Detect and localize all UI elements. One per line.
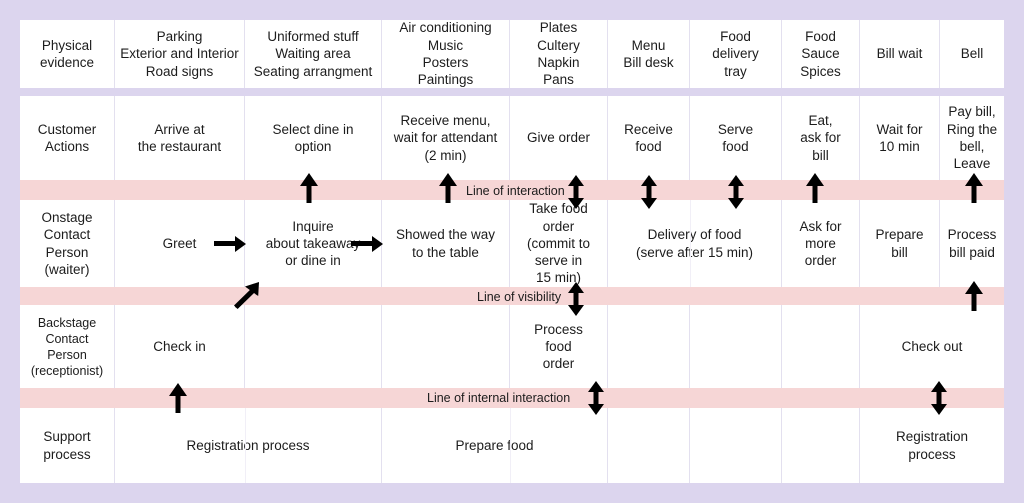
backstage-empty-4 [690,305,782,388]
cell-text: Showed the way to the table [395,227,496,260]
cell-text: Give order [526,130,591,146]
cell-text: Check in [153,338,206,354]
support-empty-2 [690,408,782,483]
customer-action-give-order: Give order [510,96,608,180]
row-label-text: Physical evidence [39,37,95,70]
cell-text: Bill wait [876,46,923,62]
support-inner-divider-2 [510,408,511,483]
onstage-process-bill-paid: Process bill paid [940,200,1004,287]
cell-text: Air conditioning Music Posters Paintings [399,20,492,88]
customer-action-select-dine-in: Select dine in option [245,96,382,180]
cell-text: Eat, ask for bill [800,113,841,163]
onstage-prepare-bill: Prepare bill [860,200,940,287]
service-blueprint: Physical evidence Parking Exterior and I… [0,0,1024,503]
row-label-customer-actions: Customer Actions [20,96,115,180]
customer-action-receive-menu: Receive menu, wait for attendant (2 min) [382,96,510,180]
support-inner-divider-1 [245,408,246,483]
backstage-empty-5 [782,305,860,388]
onstage-inquire-takeaway-or-dine-in: Inquire about takeaway or dine in [245,200,382,287]
customer-action-serve-food: Serve food [690,96,782,180]
line-of-interaction-label: Line of interaction [466,184,565,198]
support-empty-3 [782,408,860,483]
support-registration-process-1: Registration process [115,408,382,483]
backstage-empty-1 [245,305,382,388]
physical-evidence-cell-menu: Menu Bill desk [608,20,690,88]
physical-evidence-cell-bell: Bell [940,20,1004,88]
line-of-visibility-label: Line of visibility [477,290,562,304]
onstage-delivery-of-food: Delivery of food (serve after 15 min) [608,200,782,287]
cell-text: Inquire about takeaway or dine in [265,218,361,269]
cell-text: Food Sauce Spices [800,29,841,79]
physical-evidence-cell-air-conditioning: Air conditioning Music Posters Paintings [382,20,510,88]
customer-action-pay-bill: Pay bill, Ring the bell, Leave [940,96,1004,180]
cell-text: Delivery of food (serve after 15 min) [635,227,754,260]
cell-text: Food delivery tray [712,29,759,79]
onstage-greet: Greet [115,200,245,287]
cell-text: Process food order [534,321,583,372]
cell-text: Take food order (commit to serve in 15 m… [526,201,590,286]
row-label-onstage-contact-person: Onstage Contact Person (waiter) [20,200,115,287]
customer-action-arrive: Arrive at the restaurant [115,96,245,180]
row-label-text: Customer Actions [37,121,97,154]
cell-text: Bell [960,46,984,62]
physical-evidence-cell-bill-wait: Bill wait [860,20,940,88]
support-empty-1 [608,408,690,483]
cell-text: Uniformed stuff Waiting area Seating arr… [253,29,373,79]
cell-text: Arrive at the restaurant [137,121,222,154]
cell-text: Registration process [186,437,310,453]
cell-text: Select dine in option [272,121,354,154]
cell-text: Wait for 10 min [876,121,923,154]
cell-text: Ask for more order [799,218,842,269]
backstage-process-food-order: Process food order [510,305,608,388]
line-of-internal-interaction-label: Line of internal interaction [427,391,571,405]
cell-text: Menu Bill desk [623,37,674,70]
customer-action-wait-10-min: Wait for 10 min [860,96,940,180]
row-label-text: Support process [43,429,91,462]
backstage-check-in: Check in [115,305,245,388]
cell-text: Pay bill, Ring the bell, Leave [946,104,998,172]
cell-text: Prepare bill [875,227,924,260]
onstage-take-food-order: Take food order (commit to serve in 15 m… [510,200,608,287]
cell-text: Receive food [624,121,673,154]
cell-text: Process bill paid [947,227,997,260]
cell-text: Receive menu, wait for attendant (2 min) [393,113,498,163]
physical-evidence-cell-plates: Plates Cultery Napkin Pans [510,20,608,88]
row-label-physical-evidence: Physical evidence [20,20,115,88]
cell-text: Plates Cultery Napkin Pans [537,20,580,88]
customer-action-receive-food: Receive food [608,96,690,180]
support-prepare-food: Prepare food [382,408,608,483]
onstage-showed-the-way: Showed the way to the table [382,200,510,287]
customer-action-eat-ask-bill: Eat, ask for bill [782,96,860,180]
backstage-empty-3 [608,305,690,388]
cell-text: Greet [162,235,197,251]
row-label-text: Backstage Contact Person (receptionist) [30,315,104,378]
physical-evidence-cell-food-delivery-tray: Food delivery tray [690,20,782,88]
physical-evidence-cell-parking: Parking Exterior and Interior Road signs [115,20,245,88]
backstage-check-out: Check out [860,305,1004,388]
cell-text: Prepare food [455,437,534,453]
onstage-inner-divider [690,200,691,287]
physical-evidence-cell-uniformed-stuff: Uniformed stuff Waiting area Seating arr… [245,20,382,88]
cell-text: Check out [901,338,963,354]
onstage-ask-for-more-order: Ask for more order [782,200,860,287]
cell-text: Registration process [895,429,969,462]
cell-text: Serve food [717,121,754,154]
row-label-backstage-contact-person: Backstage Contact Person (receptionist) [20,305,115,388]
cell-text: Parking Exterior and Interior Road signs [120,29,239,79]
backstage-empty-2 [382,305,510,388]
row-label-support-process: Support process [20,408,115,483]
support-registration-process-2: Registration process [860,408,1004,483]
row-label-text: Onstage Contact Person (waiter) [41,209,93,277]
physical-evidence-cell-food-sauce-spices: Food Sauce Spices [782,20,860,88]
